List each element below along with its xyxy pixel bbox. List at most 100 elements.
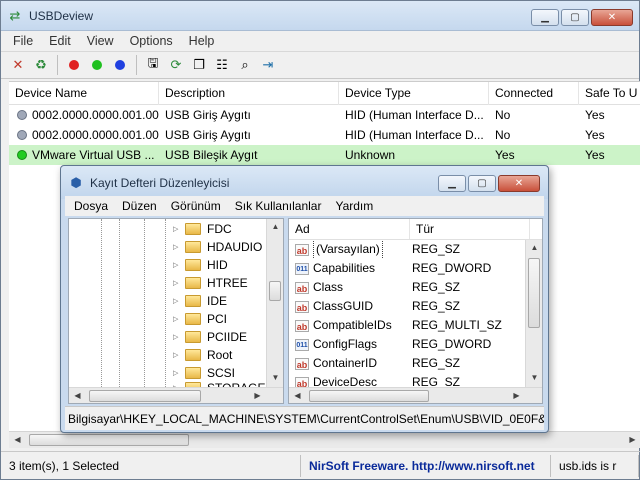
find-icon[interactable]: ⌕ <box>234 54 256 76</box>
expand-icon[interactable]: ▷ <box>173 333 183 341</box>
regedit-title-bar[interactable]: ⬢ Kayıt Defteri Düzenleyicisi ▁ ▢ ✕ <box>61 166 548 199</box>
folder-icon <box>185 277 201 289</box>
properties-icon[interactable]: ☷ <box>211 54 233 76</box>
refresh-icon[interactable]: ⟳ <box>165 54 187 76</box>
value-row[interactable]: ab (Varsayılan) REG_SZ <box>289 240 542 259</box>
scroll-left-icon[interactable]: ◀ <box>69 388 86 403</box>
column-tur[interactable]: Tür <box>410 219 530 239</box>
value-type: REG_SZ <box>412 242 461 256</box>
tree-node[interactable]: ▷ HDAUDIO <box>173 238 262 256</box>
menu-duzen[interactable]: Düzen <box>115 199 164 213</box>
exit-icon[interactable]: ⇥ <box>257 54 279 76</box>
device-description: USB Giriş Aygıtı <box>165 128 251 142</box>
scroll-right-icon[interactable]: ▶ <box>624 432 640 448</box>
tree-node[interactable]: ▷ HTREE <box>173 274 248 292</box>
close-button[interactable]: ✕ <box>591 9 633 26</box>
tree-node[interactable]: ▷ PCI <box>173 310 227 328</box>
device-connected: No <box>495 108 511 122</box>
scroll-thumb[interactable] <box>309 390 429 402</box>
minimize-button[interactable]: ▁ <box>531 9 559 26</box>
value-row[interactable]: ab ClassGUID REG_SZ <box>289 297 542 316</box>
menu-sik-kullanilanlar[interactable]: Sık Kullanılanlar <box>228 199 329 213</box>
expand-icon[interactable]: ▷ <box>173 297 183 305</box>
green-dot-icon[interactable] <box>86 54 108 76</box>
title-bar[interactable]: ⇄ USBDeview ▁ ▢ ✕ <box>1 1 639 31</box>
column-device-type[interactable]: Device Type <box>339 82 489 105</box>
device-type: HID (Human Interface D... <box>345 128 484 142</box>
expand-icon[interactable]: ▷ <box>173 351 183 359</box>
value-row[interactable]: ab ContainerID REG_SZ <box>289 354 542 373</box>
value-type: REG_SZ <box>412 299 461 313</box>
tree-node[interactable]: ▷ Root <box>173 346 232 364</box>
scroll-up-icon[interactable]: ▲ <box>526 240 542 256</box>
registry-values-list[interactable]: Ad Tür ab (Varsayılan) REG_SZ 011 Capabili… <box>288 218 543 404</box>
menu-view[interactable]: View <box>79 34 122 48</box>
regedit-maximize-button[interactable]: ▢ <box>468 175 496 192</box>
tree-node[interactable]: ▷ IDE <box>173 292 227 310</box>
menu-file[interactable]: File <box>5 34 41 48</box>
tree-node[interactable]: ▷ FDC <box>173 220 232 238</box>
table-row[interactable]: 0002.0000.0000.001.00... USB Giriş Aygıt… <box>9 105 640 125</box>
menu-gorunum[interactable]: Görünüm <box>164 199 228 213</box>
save-icon[interactable]: 🖫 <box>142 54 164 76</box>
registry-tree[interactable]: ▷ FDC ▷ HDAUDIO ▷ HID ▷ HTREE ▷ IDE ▷ PCI ▷ PCI… <box>68 218 284 404</box>
values-horizontal-scrollbar[interactable]: ◀ ▶ <box>289 387 542 403</box>
value-row[interactable]: ab Class REG_SZ <box>289 278 542 297</box>
column-ad[interactable]: Ad <box>289 219 410 239</box>
value-name: ConfigFlags <box>313 337 378 351</box>
expand-icon[interactable]: ▷ <box>173 279 183 287</box>
menu-options[interactable]: Options <box>122 34 181 48</box>
value-row[interactable]: 011 Capabilities REG_DWORD <box>289 259 542 278</box>
folder-icon <box>185 241 201 253</box>
values-vertical-scrollbar[interactable]: ▲ ▼ <box>525 240 542 387</box>
table-row[interactable]: VMware Virtual USB ... USB Bileşik Aygıt… <box>9 145 640 165</box>
menu-edit[interactable]: Edit <box>41 34 79 48</box>
scroll-down-icon[interactable]: ▼ <box>526 370 542 386</box>
blue-dot-icon[interactable] <box>109 54 131 76</box>
scroll-right-icon[interactable]: ▶ <box>508 388 525 403</box>
scroll-right-icon[interactable]: ▶ <box>249 388 266 403</box>
expand-icon[interactable]: ▷ <box>173 261 183 269</box>
menu-help[interactable]: Help <box>181 34 223 48</box>
expand-icon[interactable]: ▷ <box>173 225 183 233</box>
scroll-left-icon[interactable]: ◀ <box>9 432 26 448</box>
column-description[interactable]: Description <box>159 82 339 105</box>
regedit-close-button[interactable]: ✕ <box>498 175 540 192</box>
uninstall-icon[interactable]: ♻ <box>30 54 52 76</box>
column-safe-to-unplug[interactable]: Safe To U <box>579 82 640 105</box>
menu-yardim[interactable]: Yardım <box>328 199 380 213</box>
table-row[interactable]: 0002.0000.0000.001.00... USB Giriş Aygıt… <box>9 125 640 145</box>
scroll-down-icon[interactable]: ▼ <box>267 370 283 386</box>
folder-icon <box>185 259 201 271</box>
scroll-thumb[interactable] <box>269 281 281 301</box>
nirsoft-link[interactable]: NirSoft Freeware. http://www.nirsoft.net <box>301 454 551 477</box>
tree-horizontal-scrollbar[interactable]: ◀ ▶ <box>69 387 283 403</box>
device-connected: No <box>495 128 511 142</box>
tree-node[interactable]: ▷ HID <box>173 256 228 274</box>
disconnect-icon[interactable]: ✕ <box>7 54 29 76</box>
string-value-icon: ab <box>295 281 309 294</box>
scroll-thumb[interactable] <box>29 434 189 446</box>
expand-icon[interactable]: ▷ <box>173 315 183 323</box>
scroll-thumb[interactable] <box>89 390 201 402</box>
status-item-count: 3 item(s), 1 Selected <box>1 454 301 477</box>
regedit-minimize-button[interactable]: ▁ <box>438 175 466 192</box>
menu-dosya[interactable]: Dosya <box>67 199 115 213</box>
regedit-menu-bar: Dosya Düzen Görünüm Sık Kullanılanlar Ya… <box>65 196 544 216</box>
red-dot-icon[interactable] <box>63 54 85 76</box>
maximize-button[interactable]: ▢ <box>561 9 589 26</box>
scroll-left-icon[interactable]: ◀ <box>289 388 306 403</box>
expand-icon[interactable]: ▷ <box>173 369 183 377</box>
column-device-name[interactable]: Device Name <box>9 82 159 105</box>
tree-node[interactable]: ▷ PCIIDE <box>173 328 247 346</box>
value-row[interactable]: ab CompatibleIDs REG_MULTI_SZ <box>289 316 542 335</box>
copy-icon[interactable]: ❐ <box>188 54 210 76</box>
expand-icon[interactable]: ▷ <box>173 243 183 251</box>
list-horizontal-scrollbar[interactable]: ◀ ▶ <box>9 431 640 448</box>
tree-vertical-scrollbar[interactable]: ▲ ▼ <box>266 219 283 387</box>
column-connected[interactable]: Connected <box>489 82 579 105</box>
scroll-thumb[interactable] <box>528 258 540 328</box>
value-row[interactable]: 011 ConfigFlags REG_DWORD <box>289 335 542 354</box>
status-dot-icon <box>17 130 27 140</box>
scroll-up-icon[interactable]: ▲ <box>267 219 283 235</box>
